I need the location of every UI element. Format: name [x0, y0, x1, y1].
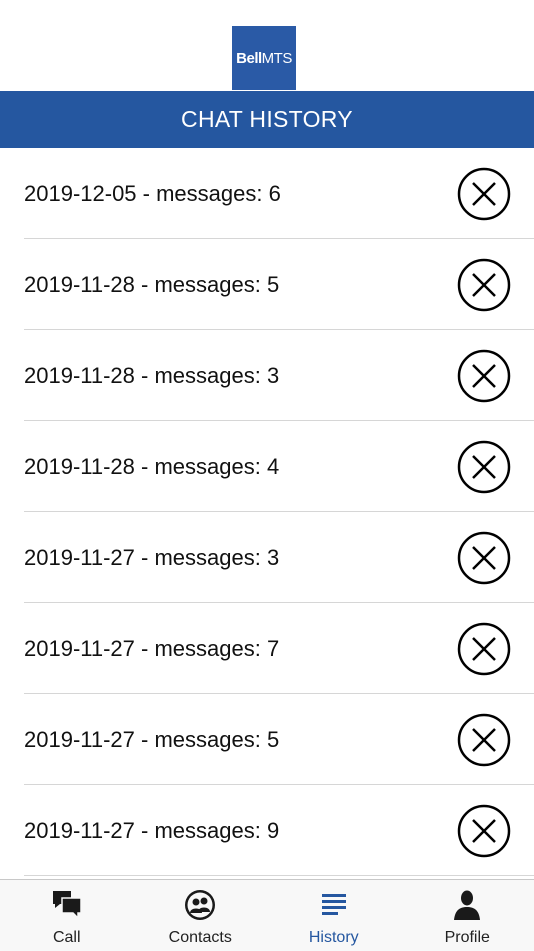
delete-button[interactable]: [457, 440, 511, 494]
delete-button[interactable]: [457, 622, 511, 676]
list-item[interactable]: 2019-11-27 - messages: 5: [0, 694, 534, 785]
circle-x-icon: [457, 167, 511, 221]
tab-profile[interactable]: Profile: [401, 880, 534, 951]
circle-x-icon: [457, 622, 511, 676]
tab-contacts[interactable]: Contacts: [134, 880, 268, 951]
list-item[interactable]: 2019-11-28 - messages: 3: [0, 330, 534, 421]
circle-x-icon: [457, 804, 511, 858]
list-item-label: 2019-11-27 - messages: 7: [24, 603, 279, 694]
list-item-label: 2019-11-27 - messages: 5: [24, 694, 279, 785]
divider: [24, 875, 534, 876]
list-item[interactable]: 2019-11-28 - messages: 4: [0, 421, 534, 512]
list-item-label: 2019-12-05 - messages: 6: [24, 148, 281, 239]
circle-x-icon: [457, 531, 511, 585]
logo-light-text: MTS: [262, 50, 292, 67]
circle-x-icon: [457, 713, 511, 767]
list-item-label: 2019-11-27 - messages: 3: [24, 512, 279, 603]
list-item-label: 2019-11-28 - messages: 5: [24, 239, 279, 330]
circle-x-icon: [457, 258, 511, 312]
tab-label: Call: [53, 929, 81, 947]
tab-label: Contacts: [169, 929, 232, 947]
tab-history[interactable]: History: [267, 880, 401, 951]
tab-label: Profile: [445, 929, 490, 947]
delete-button[interactable]: [457, 531, 511, 585]
delete-button[interactable]: [457, 258, 511, 312]
list-item[interactable]: 2019-11-27 - messages: 3: [0, 512, 534, 603]
chat-history-list: 2019-12-05 - messages: 6 2019-11-28 - me…: [0, 148, 534, 879]
delete-button[interactable]: [457, 167, 511, 221]
tab-label: History: [309, 929, 359, 947]
contacts-icon: [183, 888, 217, 922]
tab-call[interactable]: Call: [0, 880, 134, 951]
list-item[interactable]: 2019-12-05 - messages: 6: [0, 148, 534, 239]
chat-bubbles-icon: [50, 888, 84, 922]
tab-bar: Call Contacts History: [0, 879, 534, 951]
list-item[interactable]: 2019-11-28 - messages: 5: [0, 239, 534, 330]
title-bar: CHAT HISTORY: [0, 91, 534, 148]
list-item-label: 2019-11-28 - messages: 3: [24, 330, 279, 421]
list-item[interactable]: 2019-11-27 - messages: 7: [0, 603, 534, 694]
list-lines-icon: [317, 888, 351, 922]
list-item-label: 2019-11-27 - messages: 9: [24, 785, 279, 876]
logo-bold-text: Bell: [236, 50, 262, 67]
delete-button[interactable]: [457, 713, 511, 767]
delete-button[interactable]: [457, 349, 511, 403]
delete-button[interactable]: [457, 804, 511, 858]
person-icon: [450, 888, 484, 922]
circle-x-icon: [457, 440, 511, 494]
logo-area: BellMTS: [0, 0, 534, 91]
circle-x-icon: [457, 349, 511, 403]
list-item[interactable]: 2019-11-27 - messages: 9: [0, 785, 534, 876]
bell-mts-logo: BellMTS: [232, 26, 296, 90]
list-item-label: 2019-11-28 - messages: 4: [24, 421, 279, 512]
page-title: CHAT HISTORY: [181, 106, 353, 133]
